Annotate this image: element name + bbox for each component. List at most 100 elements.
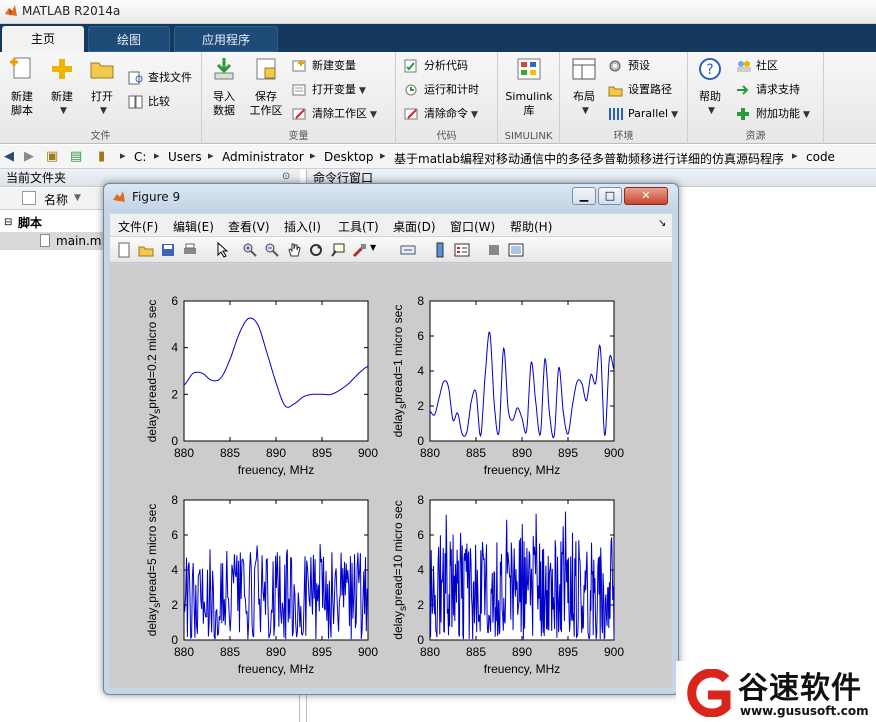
tab-plots[interactable]: 绘图	[88, 26, 170, 52]
print-icon[interactable]	[182, 242, 198, 258]
path-separator: ▸	[792, 149, 798, 162]
x-axis-label: freuency, MHz	[484, 662, 560, 676]
new-variable-button[interactable]: 新建变量	[292, 56, 356, 76]
collapse-icon[interactable]: ⊟	[4, 214, 12, 232]
dock-arrow-icon[interactable]: ↘	[658, 218, 666, 229]
rotate-3d-icon[interactable]	[308, 242, 324, 258]
column-name[interactable]: 名称	[44, 191, 68, 208]
help-icon: ?	[699, 58, 721, 80]
back-icon[interactable]: ◀	[4, 149, 14, 164]
save-icon[interactable]	[160, 242, 176, 258]
x-tick-label: 895	[558, 645, 578, 659]
save-workspace-icon	[256, 58, 276, 80]
add-ons-button[interactable]: 附加功能 ▼	[736, 104, 810, 124]
pointer-icon[interactable]	[214, 242, 230, 258]
maximize-button[interactable]: □	[598, 187, 622, 205]
close-button[interactable]: ✕	[624, 187, 668, 205]
simulink-library-button[interactable]: Simulink 库	[502, 56, 556, 118]
menu-view[interactable]: 查看(V)	[228, 218, 270, 235]
layout-button[interactable]: 布局 ▼	[564, 56, 604, 118]
x-tick-label: 890	[266, 446, 286, 460]
x-axis-label: freuency, MHz	[484, 463, 560, 477]
pan-icon[interactable]	[286, 242, 302, 258]
show-plot-tools-icon[interactable]	[508, 242, 524, 258]
run-and-time-button[interactable]: 运行和计时	[404, 80, 479, 100]
address-bar: ◀ ▶ ▣ ▤ ▮ ▸ C: ▸ Users ▸ Administrator ▸…	[0, 145, 876, 169]
menu-edit[interactable]: 编辑(E)	[173, 218, 214, 235]
x-tick-label: 900	[604, 446, 624, 460]
select-all-checkbox[interactable]	[22, 191, 36, 205]
x-axis-label: freuency, MHz	[238, 662, 314, 676]
hide-plot-tools-icon[interactable]	[486, 242, 502, 258]
minimize-button[interactable]: ▁	[572, 187, 596, 205]
file-group: 新建 脚本 新建 ▼ 打开 ▼ 查找文件 比较 文件	[0, 52, 202, 144]
help-button[interactable]: ? 帮助 ▼	[690, 56, 730, 118]
menu-help[interactable]: 帮助(H)	[510, 218, 552, 235]
open-file-icon[interactable]	[138, 242, 154, 258]
y-tick-label: 0	[171, 434, 178, 448]
menu-file[interactable]: 文件(F)	[118, 218, 158, 235]
y-axis-label: delayspread=10 micro sec	[391, 500, 409, 639]
breadcrumb-desktop[interactable]: Desktop	[324, 150, 374, 164]
breadcrumb-drive[interactable]: C:	[134, 150, 146, 164]
watermark-brand: 谷速软件	[738, 671, 862, 706]
clear-commands-icon	[404, 108, 418, 120]
link-plot-icon[interactable]	[400, 242, 416, 258]
path-separator: ▸	[154, 149, 160, 162]
set-path-button[interactable]: 设置路径	[608, 80, 672, 100]
analyze-code-button[interactable]: 分析代码	[404, 56, 468, 76]
menu-desktop[interactable]: 桌面(D)	[393, 218, 436, 235]
y-tick-label: 2	[417, 598, 424, 612]
plus-icon	[52, 59, 72, 79]
tab-home[interactable]: 主页	[2, 26, 84, 52]
panel-menu-icon[interactable]: ⊙	[282, 171, 290, 182]
x-tick-label: 900	[604, 645, 624, 659]
open-button[interactable]: 打开 ▼	[82, 56, 122, 118]
watermark-url: www.gususoft.com	[740, 704, 869, 718]
gususoft-logo-icon	[687, 669, 731, 717]
new-figure-icon[interactable]	[116, 242, 132, 258]
analyze-code-icon	[404, 59, 417, 73]
brush-icon[interactable]	[352, 242, 368, 258]
breadcrumb-administrator[interactable]: Administrator	[222, 150, 304, 164]
figure-canvas[interactable]: 880 885 890 895 900 0 2 4 6 freuency, MHz delayspr…	[110, 264, 672, 688]
breadcrumb-project-folder[interactable]: 基于matlab编程对移动通信中的多径多普勒频移进行详细的仿真源码程序	[394, 150, 784, 167]
zoom-out-icon[interactable]	[264, 242, 280, 258]
colorbar-icon[interactable]	[432, 242, 448, 258]
forward-icon[interactable]: ▶	[24, 149, 34, 164]
compare-button[interactable]: 比较	[128, 92, 170, 112]
x-tick-label: 885	[466, 645, 486, 659]
tab-apps[interactable]: 应用程序	[174, 26, 278, 52]
parallel-button[interactable]: Parallel ▼	[608, 104, 678, 124]
clear-commands-button[interactable]: 清除命令 ▼	[404, 104, 478, 124]
menu-tools[interactable]: 工具(T)	[338, 218, 379, 235]
environment-group: 布局 ▼ 预设 设置路径 Parallel ▼ 环境	[560, 52, 688, 144]
save-workspace-button[interactable]: 保存 工作区	[246, 56, 286, 118]
up-folder-icon[interactable]: ▣	[46, 149, 58, 164]
new-script-button[interactable]: 新建 脚本	[2, 56, 42, 118]
legend-icon[interactable]	[454, 242, 470, 258]
chevron-down-icon[interactable]: ▼	[370, 243, 376, 252]
preferences-button[interactable]: 预设	[608, 56, 650, 76]
new-button[interactable]: 新建 ▼	[42, 56, 82, 118]
clear-workspace-button[interactable]: 清除工作区 ▼	[292, 104, 377, 124]
open-variable-icon	[292, 84, 306, 96]
open-variable-button[interactable]: 打开变量 ▼	[292, 80, 366, 100]
new-script-icon	[10, 57, 31, 79]
ribbon: 新建 脚本 新建 ▼ 打开 ▼ 查找文件 比较 文件 导入 数据 保存 工作区	[0, 52, 876, 144]
breadcrumb-code[interactable]: code	[806, 150, 835, 164]
request-support-button[interactable]: 请求支持	[736, 80, 800, 100]
browse-folder-icon[interactable]: ▤	[70, 149, 82, 164]
community-button[interactable]: 社区	[736, 56, 778, 76]
sort-icon[interactable]: ▼	[74, 193, 81, 203]
menu-window[interactable]: 窗口(W)	[450, 218, 495, 235]
zoom-in-icon[interactable]	[242, 242, 258, 258]
group-label-resources: 资源	[745, 131, 766, 142]
menu-insert[interactable]: 插入(I)	[284, 218, 321, 235]
data-cursor-icon[interactable]	[330, 242, 346, 258]
import-data-button[interactable]: 导入 数据	[204, 56, 244, 118]
resources-group: ? 帮助 ▼ 社区 请求支持 附加功能 ▼ 资源	[688, 52, 824, 144]
breadcrumb-users[interactable]: Users	[168, 150, 202, 164]
find-files-button[interactable]: 查找文件	[128, 68, 192, 88]
figure-titlebar[interactable]: Figure 9 ▁ □ ✕	[104, 184, 678, 212]
